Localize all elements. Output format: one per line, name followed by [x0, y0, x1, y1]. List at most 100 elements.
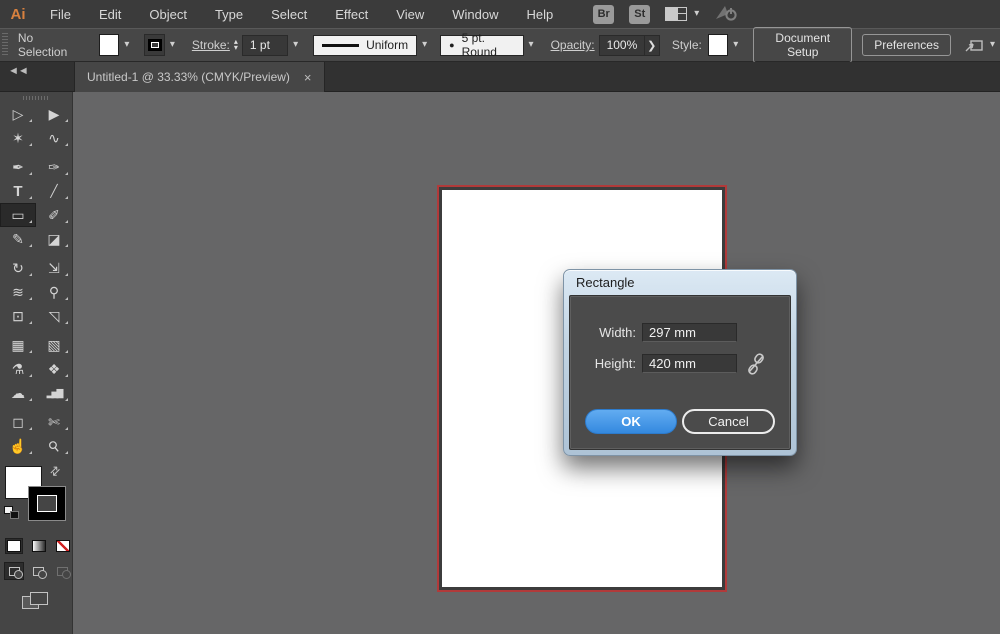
- close-tab-icon[interactable]: ×: [304, 70, 312, 85]
- pencil-tool[interactable]: ✎: [0, 227, 36, 251]
- chevron-down-icon[interactable]: ▾: [524, 40, 539, 50]
- menu-bar: Ai File Edit Object Type Select Effect View Win…: [0, 0, 1000, 28]
- fill-color-swatch[interactable]: [98, 34, 120, 56]
- sync-settings-icon[interactable]: [714, 4, 738, 25]
- artboard-tool[interactable]: ◻: [0, 410, 36, 434]
- width-label: Width:: [599, 325, 636, 340]
- brush-value: 5 pt. Round: [461, 31, 497, 59]
- style-swatch[interactable]: [707, 34, 729, 56]
- stroke-swatch[interactable]: [28, 486, 66, 521]
- chevron-down-icon[interactable]: ▾: [694, 9, 699, 19]
- menu-item-edit[interactable]: Edit: [85, 7, 135, 22]
- blend-tool[interactable]: ❖: [36, 357, 72, 381]
- menu-item-file[interactable]: File: [36, 7, 85, 22]
- screen-mode-button[interactable]: [22, 592, 50, 612]
- menu-item-window[interactable]: Window: [438, 7, 512, 22]
- artboard-tool-icon: ◻: [12, 413, 24, 430]
- menu-item-type[interactable]: Type: [201, 7, 257, 22]
- eyedropper-tool[interactable]: ⚗: [0, 357, 36, 381]
- width-tool[interactable]: ≋: [0, 280, 36, 304]
- magic-wand-tool[interactable]: ✶: [0, 126, 36, 150]
- rotate-tool[interactable]: ↻: [0, 256, 36, 280]
- chevron-down-icon[interactable]: ▾: [288, 40, 303, 50]
- default-fill-stroke-icon[interactable]: [4, 506, 19, 519]
- slice-tool-icon: ✄: [48, 413, 60, 430]
- workspace-switcher-icon[interactable]: [665, 7, 688, 21]
- width-input[interactable]: [642, 323, 737, 342]
- menu-item-object[interactable]: Object: [135, 7, 201, 22]
- line-segment-tool[interactable]: ╱: [36, 179, 72, 203]
- eraser-tool[interactable]: ◪: [36, 227, 72, 251]
- collapse-panel-icon[interactable]: ◄◄: [0, 62, 74, 91]
- slice-tool[interactable]: ✄: [36, 410, 72, 434]
- mesh-tool[interactable]: ▦: [0, 333, 36, 357]
- stroke-width-field[interactable]: 1 pt: [241, 34, 289, 56]
- chevron-down-icon[interactable]: ▾: [165, 40, 180, 50]
- none-button[interactable]: [54, 538, 72, 554]
- direct-selection-tool[interactable]: ▶: [36, 102, 72, 126]
- document-tab-bar: ◄◄ Untitled-1 @ 33.33% (CMYK/Preview) ×: [0, 62, 1000, 92]
- menu-item-view[interactable]: View: [382, 7, 438, 22]
- bridge-button[interactable]: Br: [593, 4, 615, 24]
- constrain-proportions-icon[interactable]: [746, 352, 766, 379]
- gradient-tool[interactable]: ▧: [36, 333, 72, 357]
- document-tab-title: Untitled-1 @ 33.33% (CMYK/Preview): [87, 70, 290, 84]
- puppet-warp-tool[interactable]: ⚲: [36, 280, 72, 304]
- gradient-button[interactable]: [30, 538, 48, 554]
- stroke-width-stepper[interactable]: ▴ ▾: [234, 38, 238, 52]
- perspective-grid-tool[interactable]: ◹: [36, 304, 72, 328]
- menu-item-effect[interactable]: Effect: [321, 7, 382, 22]
- cancel-button[interactable]: Cancel: [682, 409, 775, 434]
- stepper-down-icon[interactable]: ▾: [234, 44, 238, 52]
- align-options-icon[interactable]: [965, 37, 985, 53]
- chevron-down-icon[interactable]: ▾: [728, 40, 743, 50]
- draw-inside-button[interactable]: [52, 562, 72, 580]
- curvature-tool[interactable]: ✑: [36, 155, 72, 179]
- document-setup-button[interactable]: Document Setup: [753, 27, 853, 63]
- color-button[interactable]: [5, 538, 23, 554]
- pen-tool[interactable]: ✒: [0, 155, 36, 179]
- chevron-down-icon[interactable]: ▾: [119, 40, 134, 50]
- width-profile-dropdown[interactable]: Uniform: [313, 34, 418, 56]
- symbol-sprayer-tool[interactable]: ☁: [0, 381, 36, 405]
- rectangle-dialog: Rectangle Width: Height: OK Cancel: [563, 269, 797, 456]
- chevron-down-icon[interactable]: ▾: [417, 40, 432, 50]
- height-input[interactable]: [642, 354, 737, 373]
- opacity-field[interactable]: 100%: [598, 34, 645, 56]
- control-bar: No Selection ▾ ▾ Stroke: ▴ ▾ 1 pt ▾ Unif…: [0, 27, 1000, 63]
- canvas-area[interactable]: [73, 92, 1000, 634]
- menu-item-help[interactable]: Help: [512, 7, 567, 22]
- document-tab[interactable]: Untitled-1 @ 33.33% (CMYK/Preview) ×: [74, 62, 325, 92]
- stroke-color-swatch[interactable]: [144, 34, 165, 56]
- swap-fill-stroke-icon[interactable]: ⇄: [47, 462, 64, 479]
- draw-behind-button[interactable]: [28, 562, 48, 580]
- dialog-title[interactable]: Rectangle: [569, 270, 791, 295]
- scale-tool[interactable]: ⇲: [36, 256, 72, 280]
- lasso-tool[interactable]: ∿: [36, 126, 72, 150]
- stock-button[interactable]: St: [629, 4, 651, 24]
- opacity-arrow-icon[interactable]: ❯: [644, 34, 660, 56]
- type-tool[interactable]: T: [0, 179, 36, 203]
- tools-panel-grip[interactable]: [23, 96, 49, 100]
- chevron-down-icon[interactable]: ▾: [985, 40, 1000, 50]
- color-mode-buttons: [5, 538, 72, 554]
- rectangle-tool[interactable]: ▭: [0, 203, 36, 227]
- shape-builder-tool[interactable]: ⊡: [0, 304, 36, 328]
- hand-tool[interactable]: ☝: [0, 434, 36, 458]
- dialog-buttons: OK Cancel: [570, 409, 790, 434]
- panel-grip[interactable]: [2, 33, 8, 57]
- draw-normal-button[interactable]: [4, 562, 24, 580]
- ok-button[interactable]: OK: [585, 409, 677, 434]
- rectangle-tool-icon: ▭: [11, 206, 25, 223]
- column-graph-tool[interactable]: ▂▅▇: [36, 381, 72, 405]
- selection-tool[interactable]: ▷: [0, 102, 36, 126]
- fill-stroke-indicator: ⇄: [0, 462, 72, 526]
- paintbrush-tool[interactable]: ✐: [36, 203, 72, 227]
- menu-item-select[interactable]: Select: [257, 7, 321, 22]
- stroke-panel-link[interactable]: Stroke:: [192, 38, 230, 52]
- brush-dropdown[interactable]: ● 5 pt. Round: [440, 31, 524, 59]
- opacity-panel-link[interactable]: Opacity:: [551, 38, 595, 52]
- preferences-button[interactable]: Preferences: [862, 34, 951, 56]
- zoom-tool[interactable]: ⚲: [36, 434, 72, 458]
- perspective-grid-tool-icon: ◹: [48, 307, 60, 324]
